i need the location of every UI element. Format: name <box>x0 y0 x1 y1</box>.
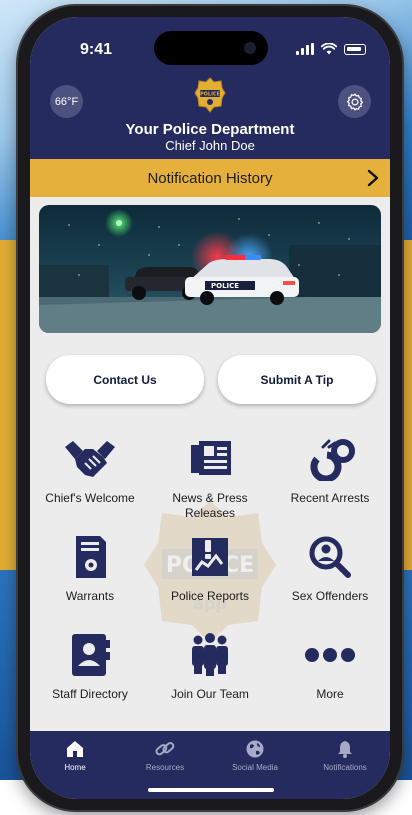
tab-label-social-media: Social Media <box>232 763 278 772</box>
home-indicator <box>148 788 274 792</box>
notification-history-bar[interactable]: Notification History <box>30 159 390 197</box>
contact-us-button[interactable]: Contact Us <box>46 355 204 404</box>
tab-label-home: Home <box>64 763 86 772</box>
chiefs-welcome-item[interactable]: Chief's Welcome <box>30 435 150 531</box>
globe-icon <box>246 740 264 758</box>
phone-frame: 9:41 66°F POLICE Your Police Department … <box>18 6 402 810</box>
tab-resources[interactable]: Resources <box>120 739 210 772</box>
notification-history-label: Notification History <box>147 169 273 187</box>
bell-icon <box>338 741 352 758</box>
grid-label-recent-arrests: Recent Arrests <box>290 491 370 505</box>
tab-home[interactable]: Home <box>30 739 120 772</box>
warrants-item[interactable]: Warrants <box>30 533 150 629</box>
settings-button[interactable] <box>338 85 371 118</box>
staff-directory-item[interactable]: Staff Directory <box>30 631 150 727</box>
app-header: 9:41 66°F POLICE Your Police Department … <box>30 17 390 159</box>
app-screen: 9:41 66°F POLICE Your Police Department … <box>30 17 390 799</box>
submit-tip-button[interactable]: Submit A Tip <box>218 355 376 404</box>
grid-label-join-our-team: Join Our Team <box>171 687 249 701</box>
recent-arrests-item[interactable]: Recent Arrests <box>270 435 390 531</box>
grid-label-news-press-releases: News & Press Releases <box>172 491 248 520</box>
badge-text: POLICE <box>200 92 221 98</box>
tab-social-media[interactable]: Social Media <box>210 739 300 772</box>
handshake-icon <box>65 441 115 477</box>
team-icon <box>192 633 228 676</box>
status-time: 9:41 <box>80 41 113 58</box>
department-title: Your Police Department <box>125 121 295 138</box>
report-alert-icon <box>192 538 228 576</box>
grid-label-staff-directory: Staff Directory <box>52 687 128 701</box>
more-item[interactable]: More <box>270 631 390 727</box>
dynamic-island <box>154 31 268 65</box>
link-icon <box>155 742 175 756</box>
wifi-icon <box>321 43 337 55</box>
grid-label-more: More <box>316 687 344 701</box>
chevron-right-icon <box>367 169 379 187</box>
contact-book-icon <box>72 634 110 676</box>
grid-label-chiefs-welcome: Chief's Welcome <box>45 491 135 505</box>
temperature-badge[interactable]: 66°F <box>50 85 83 118</box>
warrant-document-icon <box>76 536 106 578</box>
handcuffs-icon <box>310 439 355 481</box>
news-press-releases-item[interactable]: News & Press Releases <box>150 435 270 531</box>
home-icon <box>67 741 83 757</box>
chief-name: Chief John Doe <box>165 138 255 153</box>
police-badge-logo: POLICE <box>194 77 226 118</box>
grid-label-warrants: Warrants <box>65 589 115 603</box>
tab-notifications[interactable]: Notifications <box>300 739 390 772</box>
tab-label-resources: Resources <box>145 763 185 772</box>
battery-icon <box>344 43 366 55</box>
svg-text:POLICE: POLICE <box>211 282 239 290</box>
grid-label-police-reports: Police Reports <box>170 589 250 603</box>
gear-icon <box>346 92 363 111</box>
police-reports-item[interactable]: Police Reports <box>150 533 270 629</box>
newspaper-icon <box>191 441 231 475</box>
grid-label-sex-offenders: Sex Offenders <box>291 589 369 603</box>
sex-offenders-item[interactable]: Sex Offenders <box>270 533 390 629</box>
magnifier-person-icon <box>309 536 351 578</box>
join-our-team-item[interactable]: Join Our Team <box>150 631 270 727</box>
status-icons <box>296 43 366 55</box>
more-dots-icon <box>305 648 355 662</box>
signal-icon <box>296 43 314 55</box>
hero-police-car-image: POLICE <box>39 205 381 333</box>
tab-label-notifications: Notifications <box>323 763 367 772</box>
